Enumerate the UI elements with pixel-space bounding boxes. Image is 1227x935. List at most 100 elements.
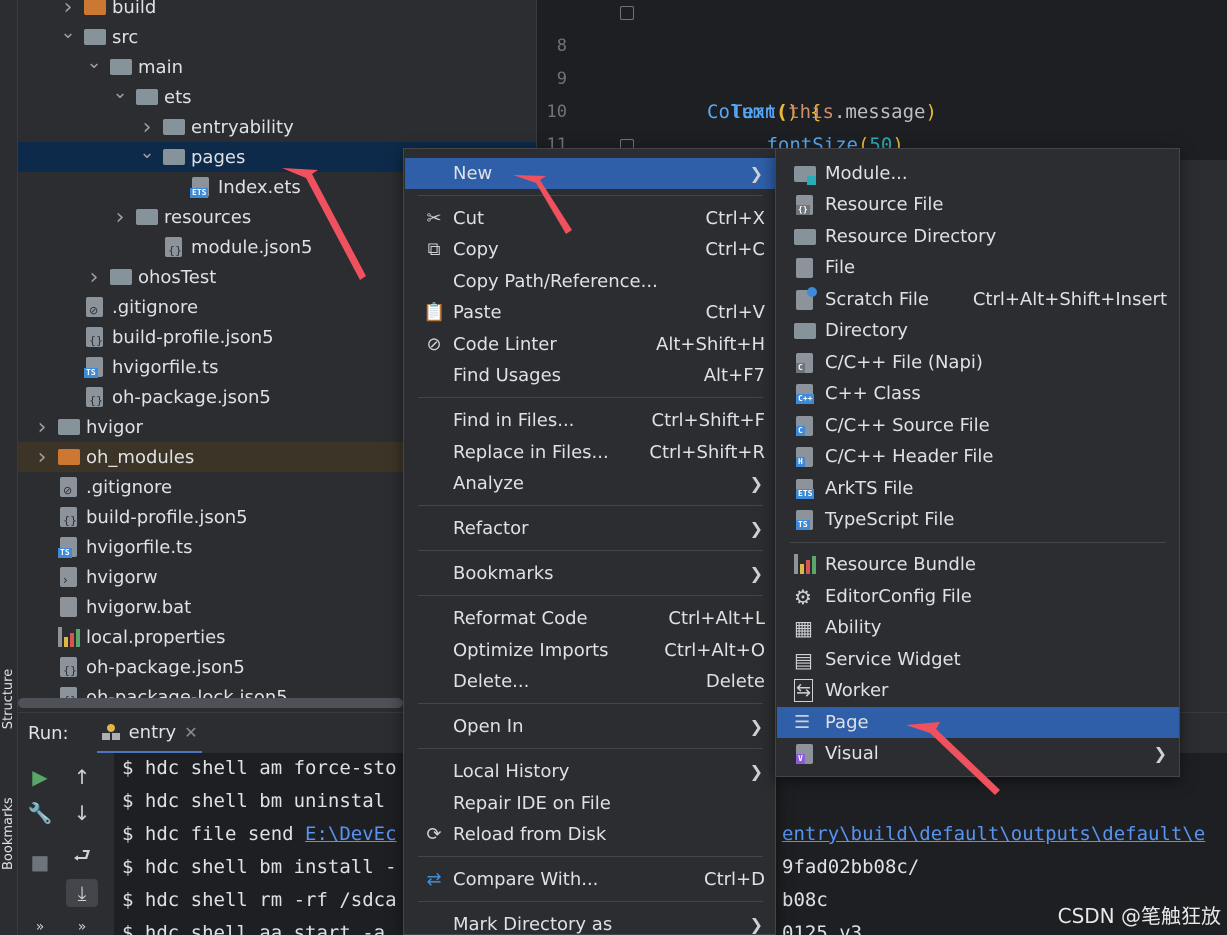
menu-item-label: Resource File [825, 194, 944, 215]
menu-item-compare-with[interactable]: ⇄ Compare With... Ctrl+D [405, 864, 775, 895]
menu-item-repair-ide-on-file[interactable]: Repair IDE on File [405, 788, 775, 819]
tree-item-label: entryability [191, 116, 294, 138]
menu-item-bookmarks[interactable]: Bookmarks ❯ [405, 558, 775, 589]
new-menu-item-resource-directory[interactable]: Resource Directory [777, 221, 1179, 252]
menu-item-new[interactable]: New ❯ [405, 158, 775, 189]
menu-item-replace-in-files[interactable]: Replace in Files... Ctrl+Shift+R [405, 437, 775, 468]
menu-item-delete[interactable]: Delete... Delete [405, 666, 775, 697]
menu-item-copy-path-reference[interactable]: Copy Path/Reference... [405, 266, 775, 297]
new-menu-item-visual[interactable]: V Visual ❯ [777, 738, 1179, 769]
tree-item[interactable]: › build [18, 0, 536, 22]
c-header-icon: H [794, 446, 816, 468]
scroll-down-icon[interactable]: ↓ [66, 799, 98, 827]
more-tools-icon[interactable]: » [24, 913, 56, 935]
menu-item-label: Replace in Files... [453, 442, 609, 463]
menu-separator [418, 195, 763, 196]
console-line: $ hdc shell bm uninstal [122, 790, 386, 812]
new-menu-item-page[interactable]: ☰ Page [777, 707, 1179, 738]
ignore-file-icon: ⊘ [84, 297, 106, 317]
new-menu-item-worker[interactable]: ⇆ Worker [777, 675, 1179, 706]
ets-file-icon: ETS [190, 177, 212, 198]
tree-item-label: .gitignore [86, 476, 173, 498]
menu-item-optimize-imports[interactable]: Optimize Imports Ctrl+Alt+O [405, 635, 775, 666]
menu-item-reload-from-disk[interactable]: ⟳ Reload from Disk [405, 819, 775, 850]
chevron-down-icon[interactable]: ⌄ [110, 84, 130, 102]
chevron-right-icon[interactable]: › [58, 0, 78, 20]
console-output-path-link[interactable]: entry\build\default\outputs\default\e [782, 818, 1205, 851]
tree-item[interactable]: › entryability [18, 112, 536, 142]
menu-item-open-in[interactable]: Open In ❯ [405, 711, 775, 742]
menu-item-find-in-files[interactable]: Find in Files... Ctrl+Shift+F [405, 405, 775, 436]
menu-item-refactor[interactable]: Refactor ❯ [405, 513, 775, 544]
new-menu-item-file[interactable]: File [777, 252, 1179, 283]
menu-separator [418, 901, 763, 902]
chevron-right-icon[interactable]: › [32, 415, 52, 440]
new-menu-item-module[interactable]: Module... [777, 158, 1179, 189]
menu-item-label: Bookmarks [453, 563, 554, 584]
tree-item[interactable]: ⌄ main [18, 52, 536, 82]
tree-item[interactable]: ⌄ ets [18, 82, 536, 112]
stop-icon[interactable]: ■ [24, 848, 56, 876]
settings-wrench-icon[interactable]: 🔧 [24, 799, 56, 827]
tree-item-label: build [112, 0, 157, 18]
fold-marker-icon[interactable] [620, 6, 634, 20]
rerun-icon[interactable]: ▶ [24, 763, 56, 791]
ability-icon: ▦ [794, 615, 813, 640]
menu-item-cut[interactable]: ✂ Cut Ctrl+X [405, 203, 775, 234]
new-menu-item-c-c-header-file[interactable]: H C/C++ Header File [777, 441, 1179, 472]
chevron-down-icon[interactable]: ⌄ [137, 144, 157, 162]
menu-item-label: New [453, 163, 493, 184]
menu-item-find-usages[interactable]: Find Usages Alt+F7 [405, 360, 775, 391]
new-menu-item-service-widget[interactable]: ▤ Service Widget [777, 644, 1179, 675]
menu-separator [418, 595, 763, 596]
menu-item-shortcut: Ctrl+Alt+L [668, 608, 765, 629]
tree-item-label: .gitignore [112, 296, 199, 318]
menu-item-code-linter[interactable]: ⊘ Code Linter Alt+Shift+H [405, 329, 775, 360]
menu-item-local-history[interactable]: Local History ❯ [405, 756, 775, 787]
menu-item-label: Find Usages [453, 365, 562, 386]
menu-item-reformat-code[interactable]: Reformat Code Ctrl+Alt+L [405, 603, 775, 634]
menu-item-mark-directory-as[interactable]: Mark Directory as ❯ [405, 909, 775, 935]
menu-item-paste[interactable]: 📋 Paste Ctrl+V [405, 297, 775, 328]
chevron-down-icon[interactable]: ⌄ [84, 54, 104, 72]
run-tab-entry[interactable]: entry ✕ [96, 713, 202, 753]
new-menu-item-c-c-source-file[interactable]: C C/C++ Source File [777, 410, 1179, 441]
new-menu-item-scratch-file[interactable]: Scratch File Ctrl+Alt+Shift+Insert [777, 284, 1179, 315]
project-tree-horizontal-scrollbar[interactable] [18, 698, 403, 708]
new-menu-item-resource-file[interactable]: {} Resource File [777, 189, 1179, 220]
structure-tool-tab[interactable]: Structure [0, 668, 18, 730]
tree-item-label: ohosTest [138, 266, 217, 288]
menu-item-label: Mark Directory as [453, 914, 613, 935]
scroll-up-icon[interactable]: ↑ [66, 763, 98, 791]
more-actions-icon[interactable]: » [66, 913, 98, 935]
new-menu-item-editorconfig-file[interactable]: ⚙ EditorConfig File [777, 581, 1179, 612]
new-menu-item-resource-bundle[interactable]: Resource Bundle [777, 549, 1179, 580]
close-tab-icon[interactable]: ✕ [184, 723, 197, 742]
new-menu-item-arkts-file[interactable]: ETS ArkTS File [777, 473, 1179, 504]
tree-item-label: local.properties [86, 626, 226, 648]
menu-item-shortcut: Ctrl+V [705, 302, 765, 323]
menu-item-label: Analyze [453, 473, 524, 494]
chevron-right-icon[interactable]: › [32, 445, 52, 470]
new-menu-item-c-class[interactable]: C++ C++ Class [777, 378, 1179, 409]
chevron-down-icon[interactable]: ⌄ [58, 24, 78, 42]
code-editor[interactable]: 8 Column() { 9 Text(this.message) 10 .fo… [536, 0, 1227, 160]
new-menu-item-ability[interactable]: ▦ Ability [777, 612, 1179, 643]
scroll-to-end-icon[interactable]: ⤓ [66, 879, 98, 907]
tree-item[interactable]: ⌄ src [18, 22, 536, 52]
bookmarks-tool-tab[interactable]: Bookmarks [0, 797, 18, 870]
folder-icon [794, 320, 816, 342]
menu-item-copy[interactable]: ⧉ Copy Ctrl+C [405, 234, 775, 265]
new-menu-item-c-c-file-napi[interactable]: C C/C++ File (Napi) [777, 347, 1179, 378]
folder-icon [110, 57, 132, 77]
menu-item-analyze[interactable]: Analyze ❯ [405, 468, 775, 499]
context-menu: New ❯ ✂ Cut Ctrl+X ⧉ Copy Ctrl+C Copy Path/Refer… [403, 148, 776, 935]
new-menu-item-directory[interactable]: Directory [777, 315, 1179, 346]
chevron-right-icon[interactable]: › [84, 265, 104, 290]
console-path-link[interactable]: E:\DevEc [305, 823, 397, 845]
chevron-right-icon[interactable]: › [137, 115, 157, 140]
soft-wrap-icon[interactable]: ⮐ [66, 841, 98, 869]
menu-item-shortcut: Ctrl+C [705, 239, 765, 260]
new-menu-item-typescript-file[interactable]: TS TypeScript File [777, 504, 1179, 535]
chevron-right-icon[interactable]: › [110, 205, 130, 230]
